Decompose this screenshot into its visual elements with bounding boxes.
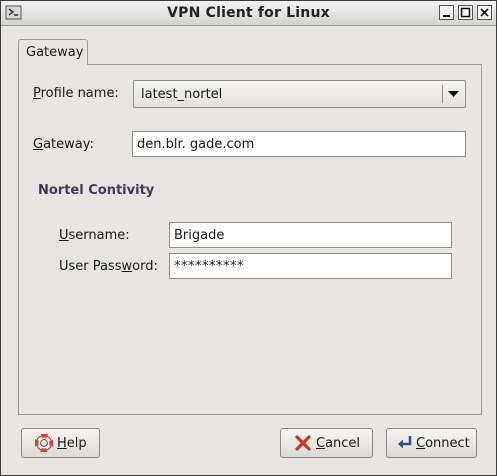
gateway-input[interactable]: den.blr. gade.com	[132, 131, 466, 157]
cancel-button[interactable]: Cancel	[280, 428, 373, 458]
minimize-button[interactable]	[439, 5, 454, 20]
connect-button[interactable]: Connect	[386, 428, 477, 458]
window-title: VPN Client for Linux	[167, 5, 330, 21]
password-input[interactable]: **********	[169, 253, 452, 279]
close-button[interactable]	[477, 5, 492, 20]
username-label: Username:	[59, 228, 130, 243]
help-button-label: Help	[57, 436, 87, 451]
help-button[interactable]: Help	[21, 428, 100, 458]
username-value: Brigade	[174, 228, 225, 243]
tab-gateway-label: Gateway	[26, 45, 84, 60]
cancel-button-label: Cancel	[316, 436, 361, 451]
minimize-icon	[443, 15, 450, 17]
connect-button-label: Connect	[416, 436, 470, 451]
section-title-nortel: Nortel Contivity	[38, 183, 155, 198]
gateway-value: den.blr. gade.com	[137, 137, 255, 152]
close-icon	[480, 8, 489, 17]
password-label: User Password:	[59, 259, 158, 274]
dropdown-separator	[442, 85, 443, 103]
title-bar[interactable]: VPN Client for Linux	[1, 1, 496, 26]
username-input[interactable]: Brigade	[169, 222, 452, 248]
triangle-down-icon	[448, 91, 459, 97]
gateway-label: Gateway:	[33, 137, 94, 152]
profile-name-dropdown[interactable]: latest_nortel	[133, 80, 466, 108]
enter-arrow-icon	[398, 436, 412, 449]
password-value: **********	[174, 259, 244, 274]
vpn-client-window: VPN Client for Linux Gateway Profile nam…	[0, 0, 497, 476]
maximize-button[interactable]	[458, 5, 473, 20]
lifebuoy-icon	[35, 434, 53, 452]
profile-name-label: Profile name:	[33, 86, 119, 101]
profile-name-value: latest_nortel	[141, 87, 223, 102]
tab-gateway[interactable]: Gateway	[18, 39, 88, 65]
x-icon	[295, 435, 311, 451]
maximize-icon	[460, 7, 471, 18]
